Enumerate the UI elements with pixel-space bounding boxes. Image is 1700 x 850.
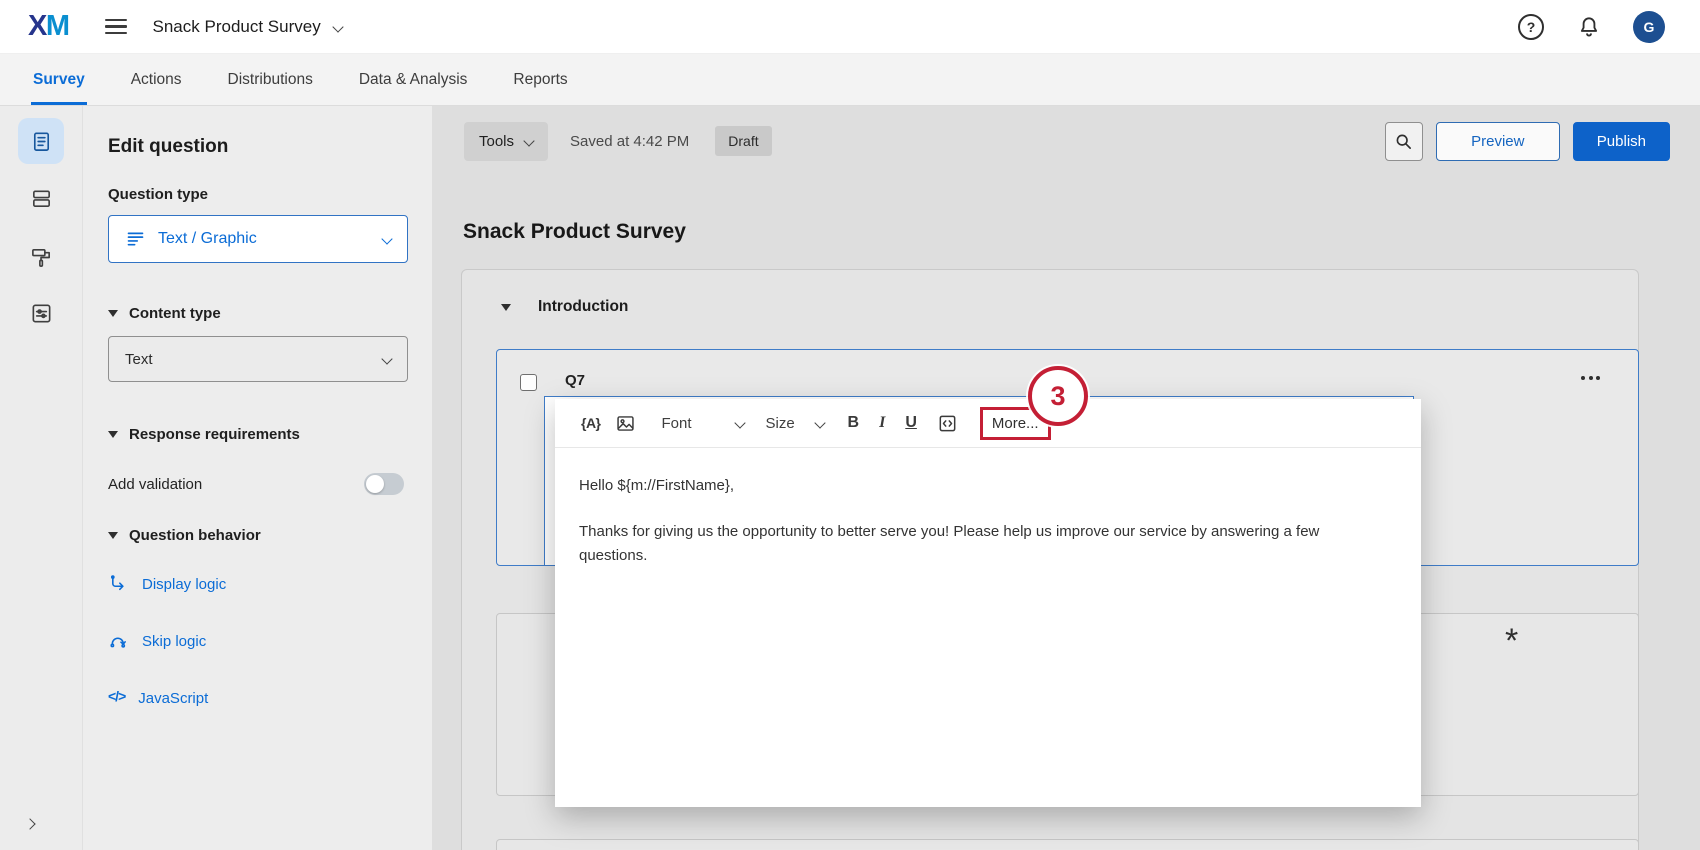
- collapse-chevron-icon: [108, 431, 118, 438]
- required-asterisk: *: [1505, 622, 1518, 661]
- primary-nav-tabs: Survey Actions Distributions Data & Anal…: [0, 54, 1700, 106]
- add-validation-label: Add validation: [108, 476, 202, 493]
- tab-distributions[interactable]: Distributions: [226, 54, 315, 105]
- javascript-link[interactable]: </> JavaScript: [108, 688, 407, 709]
- user-avatar[interactable]: G: [1633, 11, 1665, 43]
- preview-button[interactable]: Preview: [1436, 122, 1560, 161]
- add-validation-row: Add validation: [108, 473, 404, 495]
- step-annotation-badge: 3: [1028, 366, 1088, 426]
- tab-reports[interactable]: Reports: [511, 54, 569, 105]
- bold-button[interactable]: B: [848, 414, 860, 432]
- tools-dropdown-button[interactable]: Tools: [464, 122, 548, 161]
- notifications-bell-icon[interactable]: [1576, 14, 1602, 40]
- display-logic-label: Display logic: [142, 576, 226, 593]
- rich-text-toolbar: {A} Font Size B I U More...: [555, 399, 1421, 448]
- underline-button[interactable]: U: [905, 414, 917, 432]
- question-checkbox[interactable]: [520, 374, 537, 391]
- skip-logic-label: Skip logic: [142, 633, 206, 650]
- chevron-down-icon: [381, 353, 392, 364]
- source-code-icon[interactable]: [937, 413, 958, 434]
- response-requirements-section-header[interactable]: Response requirements: [108, 426, 407, 443]
- question-type-value: Text / Graphic: [158, 230, 371, 248]
- text-graphic-icon: [125, 229, 146, 250]
- survey-options-icon[interactable]: [18, 290, 64, 336]
- search-icon: [1393, 131, 1414, 152]
- chevron-down-icon: [523, 135, 534, 146]
- question-type-dropdown[interactable]: Text / Graphic: [108, 215, 408, 263]
- more-button-label: More...: [992, 415, 1039, 432]
- rich-text-editor-popup: {A} Font Size B I U More...: [555, 399, 1421, 807]
- collapse-chevron-icon: [501, 304, 511, 311]
- edit-question-panel: Edit question Question type Text / Graph…: [82, 106, 432, 850]
- hamburger-menu-icon[interactable]: [105, 19, 127, 34]
- step-number: 3: [1050, 381, 1065, 412]
- tab-data-analysis[interactable]: Data & Analysis: [357, 54, 470, 105]
- tab-actions[interactable]: Actions: [129, 54, 184, 105]
- saved-status-text: Saved at 4:42 PM: [570, 133, 689, 150]
- block-title: Introduction: [538, 298, 628, 316]
- survey-builder-icon[interactable]: [18, 118, 64, 164]
- chevron-down-icon: [734, 417, 745, 428]
- collapse-chevron-icon: [108, 532, 118, 539]
- question-type-label: Question type: [108, 186, 407, 203]
- question-options-ellipsis-icon[interactable]: [1581, 376, 1600, 380]
- chevron-down-icon: [332, 21, 343, 32]
- block-header[interactable]: Introduction: [501, 298, 628, 316]
- content-type-section-header[interactable]: Content type: [108, 305, 407, 322]
- javascript-icon: </>: [108, 688, 125, 709]
- project-title: Snack Product Survey: [153, 17, 321, 37]
- question-behavior-label: Question behavior: [129, 527, 261, 544]
- skip-logic-link[interactable]: Skip logic: [108, 631, 407, 652]
- question-id: Q7: [565, 372, 585, 389]
- response-requirements-label: Response requirements: [129, 426, 300, 443]
- question-behavior-section-header[interactable]: Question behavior: [108, 527, 407, 544]
- italic-button[interactable]: I: [879, 414, 885, 432]
- left-icon-rail: [0, 106, 82, 850]
- xm-logo: X M: [28, 12, 69, 41]
- chevron-down-icon: [814, 417, 825, 428]
- project-title-menu[interactable]: Snack Product Survey: [153, 17, 342, 37]
- editor-paragraph-2: Thanks for giving us the opportunity to …: [579, 520, 1347, 568]
- display-logic-link[interactable]: Display logic: [108, 574, 407, 595]
- canvas-toolbar-right: Preview Publish: [1385, 121, 1670, 161]
- help-icon[interactable]: ?: [1518, 14, 1544, 40]
- javascript-label: JavaScript: [138, 690, 208, 707]
- logo-letter-m: M: [46, 12, 69, 41]
- skip-logic-icon: [108, 631, 129, 652]
- content-type-value: Text: [125, 351, 383, 368]
- add-validation-toggle[interactable]: [364, 473, 404, 495]
- content-type-select[interactable]: Text: [108, 336, 408, 382]
- survey-title-heading: Snack Product Survey: [463, 220, 686, 244]
- app-header: X M Snack Product Survey ? G: [0, 0, 1700, 54]
- look-and-feel-icon[interactable]: [18, 234, 64, 280]
- survey-flow-icon[interactable]: [18, 175, 64, 221]
- collapse-chevron-icon: [108, 310, 118, 317]
- expand-panel-chevron[interactable]: [20, 814, 40, 834]
- size-dropdown[interactable]: Size: [766, 415, 824, 432]
- font-dropdown[interactable]: Font: [662, 415, 744, 432]
- chevron-down-icon: [381, 233, 392, 244]
- display-logic-icon: [108, 574, 129, 595]
- tab-survey[interactable]: Survey: [31, 54, 87, 105]
- question-partial[interactable]: [496, 839, 1639, 850]
- piped-text-icon[interactable]: {A}: [581, 415, 601, 431]
- logo-letter-x: X: [28, 12, 46, 41]
- draft-status-badge: Draft: [715, 126, 771, 156]
- search-button[interactable]: [1385, 122, 1423, 161]
- content-type-label: Content type: [129, 305, 221, 322]
- rich-text-content-area[interactable]: Hello ${m://FirstName}, Thanks for givin…: [555, 448, 1421, 568]
- editor-paragraph-1: Hello ${m://FirstName},: [579, 474, 1381, 498]
- panel-title: Edit question: [108, 136, 407, 158]
- canvas-toolbar-left: Tools Saved at 4:42 PM Draft: [464, 121, 772, 161]
- publish-button[interactable]: Publish: [1573, 122, 1670, 161]
- insert-image-icon[interactable]: [615, 413, 636, 434]
